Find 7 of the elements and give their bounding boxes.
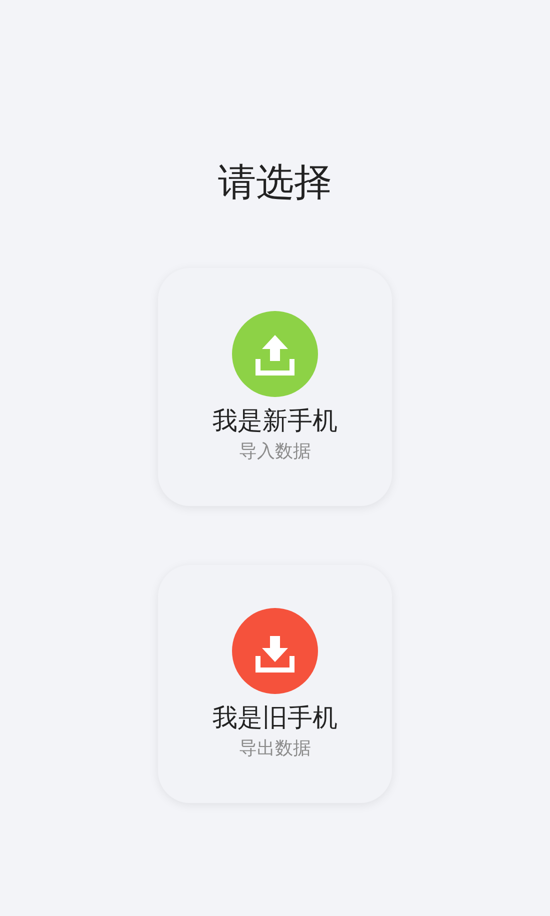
option-label: 我是新手机 — [212, 405, 338, 437]
option-caption: 导出数据 — [239, 738, 311, 760]
option-caption: 导入数据 — [239, 441, 311, 463]
option-label: 我是旧手机 — [212, 702, 338, 734]
page-title: 请选择 — [218, 159, 332, 206]
option-card[interactable]: 我是新手机 导入数据 — [158, 268, 392, 506]
option-card[interactable]: 我是旧手机 导出数据 — [158, 565, 392, 803]
